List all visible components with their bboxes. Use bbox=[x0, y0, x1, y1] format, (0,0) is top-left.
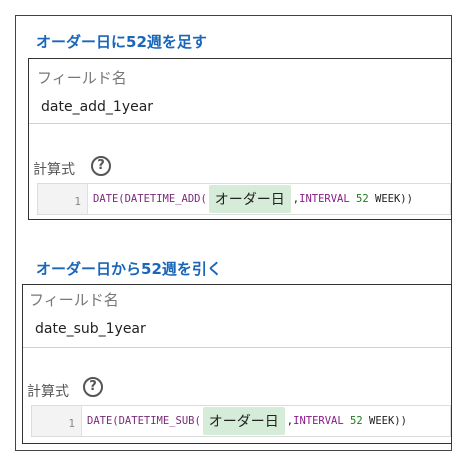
code-function: DATE(DATETIME_ADD( bbox=[93, 193, 207, 205]
field-name-underline bbox=[29, 123, 451, 124]
code-number: 52 bbox=[356, 193, 369, 205]
line-gutter: 1 bbox=[38, 184, 88, 214]
line-number: 1 bbox=[74, 195, 81, 208]
code-keyword: INTERVAL bbox=[293, 415, 344, 427]
code-function: DATE(DATETIME_SUB( bbox=[87, 415, 201, 427]
code-number: 52 bbox=[350, 415, 363, 427]
field-name-label: フィールド名 bbox=[37, 69, 127, 87]
formula-code[interactable]: DATE(DATETIME_ADD( オーダー日 , INTERVAL 52 W… bbox=[93, 184, 413, 214]
field-editor-panel-sub: フィールド名 date_sub_1year 計算式 ? 1 DATE(DATET… bbox=[22, 284, 452, 444]
line-number: 1 bbox=[68, 417, 75, 430]
help-icon[interactable]: ? bbox=[91, 156, 111, 176]
code-tail: WEEK)) bbox=[369, 415, 407, 427]
code-keyword: INTERVAL bbox=[299, 193, 350, 205]
field-chip-order-date[interactable]: オーダー日 bbox=[208, 185, 291, 213]
formula-label: 計算式 bbox=[33, 162, 75, 178]
section-title-sub: オーダー日から52週を引く bbox=[36, 260, 222, 278]
code-tail: WEEK)) bbox=[375, 193, 413, 205]
field-name-input[interactable]: date_add_1year bbox=[41, 99, 153, 115]
field-editor-panel-add: フィールド名 date_add_1year 計算式 ? 1 DATE(DATET… bbox=[28, 58, 452, 220]
formula-code[interactable]: DATE(DATETIME_SUB( オーダー日 , INTERVAL 52 W… bbox=[87, 406, 407, 436]
section-title-add: オーダー日に52週を足す bbox=[36, 33, 207, 51]
field-name-input[interactable]: date_sub_1year bbox=[35, 321, 146, 337]
help-icon[interactable]: ? bbox=[83, 377, 103, 397]
field-chip-order-date[interactable]: オーダー日 bbox=[202, 407, 285, 435]
field-name-underline bbox=[23, 347, 451, 348]
formula-editor[interactable]: 1 DATE(DATETIME_SUB( オーダー日 , INTERVAL 52… bbox=[31, 405, 451, 437]
field-name-label: フィールド名 bbox=[29, 291, 119, 309]
line-gutter: 1 bbox=[32, 406, 82, 436]
formula-label: 計算式 bbox=[27, 384, 69, 400]
formula-editor[interactable]: 1 DATE(DATETIME_ADD( オーダー日 , INTERVAL 52… bbox=[37, 183, 451, 215]
